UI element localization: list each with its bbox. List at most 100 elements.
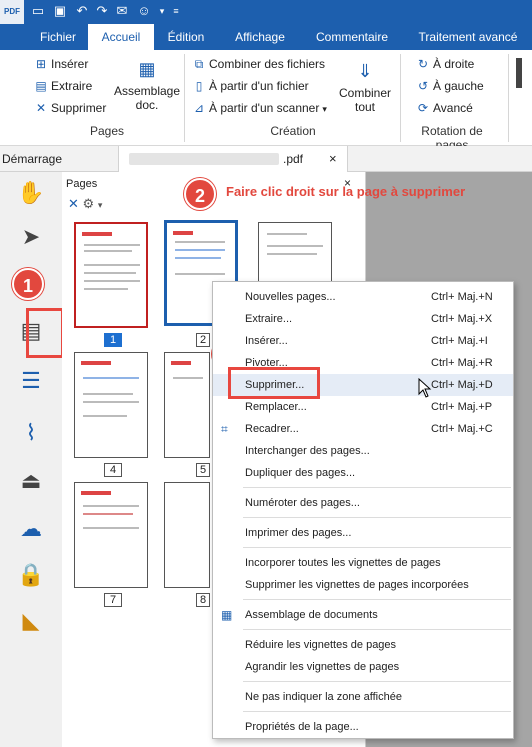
combine-all-button[interactable]: ⇓ Combiner tout [336,60,394,114]
attachment-icon[interactable]: ⌇ [0,420,62,446]
document-tab-bar: Démarrage .pdf × [0,146,532,172]
thumbnail-line [267,233,307,235]
tab-demarrage[interactable]: Démarrage [0,146,62,172]
menu-item-shortcut: Ctrl+ Maj.+N [431,291,493,303]
from-scanner-button[interactable]: ⊿ À partir d'un scanner ▾ [192,98,327,118]
chevron-down-icon[interactable]: ▾ [98,200,103,210]
menu-item-page-properties[interactable]: Propriétés de la page... [213,716,513,738]
tab-accueil[interactable]: Accueil [88,24,154,50]
comment-list-icon[interactable]: ☰ [0,368,62,394]
tab-traitement-avance[interactable]: Traitement avancé [412,24,524,50]
document-tab[interactable]: .pdf × [118,146,348,172]
page-thumbnail[interactable] [74,222,148,328]
thumbnail-line [175,257,221,259]
redo-icon[interactable]: ↷ [94,3,110,19]
lock-icon[interactable]: 🔒 [0,562,62,588]
menu-separator [243,711,511,712]
close-tab-icon[interactable]: × [329,146,337,172]
thumbnail-line [83,513,133,515]
page-number-label: 8 [196,593,210,607]
page-thumbnail[interactable] [74,352,148,458]
hand-tool-icon[interactable]: ✋ [0,180,62,206]
save-icon[interactable]: ▣ [52,3,68,19]
page-thumbnail[interactable] [74,482,148,588]
quick-access-bar: PDF ▭ ▣ ↶ ↷ ✉ ☺ ▾ ≡ [0,0,532,24]
app-logo-icon: PDF [0,0,24,24]
page-number-label: 5 [196,463,210,477]
rotate-left-icon: ↺ [417,79,429,93]
combine-files-button[interactable]: ⧉ Combiner des fichiers [192,54,325,74]
rotate-right-icon: ↻ [417,57,429,71]
cloud-icon[interactable]: ☁ [0,516,62,542]
menu-separator [243,487,511,488]
extract-button[interactable]: ▤ Extraire [34,76,92,96]
menu-separator [243,681,511,682]
thumbnail-heading [82,232,112,236]
page-thumbnail[interactable] [164,352,210,458]
ribbon-separator [400,54,401,142]
highlight-delete-item-box [228,367,320,399]
tab-commentaire[interactable]: Commentaire [306,24,398,50]
page-number-label: 4 [104,463,122,477]
gear-icon[interactable]: ⚙ [83,196,95,211]
menu-separator [243,629,511,630]
page-thumbnail[interactable] [164,482,210,588]
thumbnail-line [83,393,133,395]
truncated-ribbon-button[interactable] [516,58,522,88]
menu-item-replace[interactable]: Remplacer... Ctrl+ Maj.+P [213,396,513,418]
thumbnail-line [83,401,139,403]
menu-item-swap-pages[interactable]: Interchanger des pages... [213,440,513,462]
mail-icon[interactable]: ✉ [114,3,130,19]
menu-item-crop[interactable]: ⌗ Recadrer... Ctrl+ Maj.+C [213,418,513,440]
menu-separator [243,599,511,600]
thumbnail-line [267,253,317,255]
menu-item-print-pages[interactable]: Imprimer des pages... [213,522,513,544]
thumbnail-line [84,288,128,290]
thumbnail-line [83,377,139,379]
menu-item-shortcut: Ctrl+ Maj.+P [431,401,493,413]
assembly-button[interactable]: ▦ Assemblage doc. [112,58,182,112]
menu-item-remove-embedded-thumbnails[interactable]: Supprimer les vignettes de pages incorpo… [213,574,513,596]
menu-item-document-assembly[interactable]: ▦ Assemblage de documents [213,604,513,626]
menu-item-enlarge-thumbnails[interactable]: Agrandir les vignettes de pages [213,656,513,678]
menu-item-hide-view-area[interactable]: Ne pas indiquer la zone affichée [213,686,513,708]
menu-item-extract[interactable]: Extraire... Ctrl+ Maj.+X [213,308,513,330]
select-arrow-icon[interactable]: ➤ [0,224,62,250]
menu-item-embed-thumbnails[interactable]: Incorporer toutes les vignettes de pages [213,552,513,574]
delete-button[interactable]: ✕ Supprimer [34,98,106,118]
thumbnail-line [84,244,140,246]
ribbon: ⊞ Insérer ▤ Extraire ✕ Supprimer ▦ Assembla… [0,50,532,152]
menu-item-label: Ne pas indiquer la zone affichée [245,691,402,703]
menu-item-number-pages[interactable]: Numéroter des pages... [213,492,513,514]
delete-x-icon[interactable]: ✕ [68,196,79,211]
undo-icon[interactable]: ↶ [74,3,90,19]
download-stack-icon: ⇓ [357,61,373,81]
advanced-rotation-button[interactable]: ⟳ Avancé [416,98,473,118]
ribbon-separator [184,54,185,142]
menu-item-label: Assemblage de documents [245,609,378,621]
thumbnail-line [83,505,139,507]
rotate-right-button[interactable]: ↻ À droite [416,54,474,74]
menu-item-label: Incorporer toutes les vignettes de pages [245,557,441,569]
tab-edition[interactable]: Édition [158,24,214,50]
page-number-label: 2 [196,333,210,347]
insert-button[interactable]: ⊞ Insérer [34,54,88,74]
combine-icon: ⧉ [194,57,204,71]
menu-item-reduce-thumbnails[interactable]: Réduire les vignettes de pages [213,634,513,656]
menu-item-new-pages[interactable]: Nouvelles pages... Ctrl+ Maj.+N [213,286,513,308]
more-icon[interactable]: ≡ [168,3,184,19]
from-file-button[interactable]: ▯ À partir d'un fichier [192,76,309,96]
open-folder-icon[interactable]: ▭ [30,3,46,19]
menu-item-duplicate-pages[interactable]: Dupliquer des pages... [213,462,513,484]
user-icon[interactable]: ☺ [136,3,152,19]
menu-item-insert[interactable]: Insérer... Ctrl+ Maj.+I [213,330,513,352]
menu-item-label: Dupliquer des pages... [245,467,356,479]
tab-affichage[interactable]: Affichage [222,24,298,50]
file-icon: ▯ [195,79,203,93]
tab-fichier[interactable]: Fichier [28,24,88,50]
rotate-left-button[interactable]: ↺ À gauche [416,76,484,96]
menu-item-shortcut: Ctrl+ Maj.+R [431,357,493,369]
stamp-icon[interactable]: ⏏ [0,468,62,494]
menu-item-shortcut: Ctrl+ Maj.+X [431,313,493,325]
sd-logo-icon[interactable]: ◣ [0,608,62,634]
